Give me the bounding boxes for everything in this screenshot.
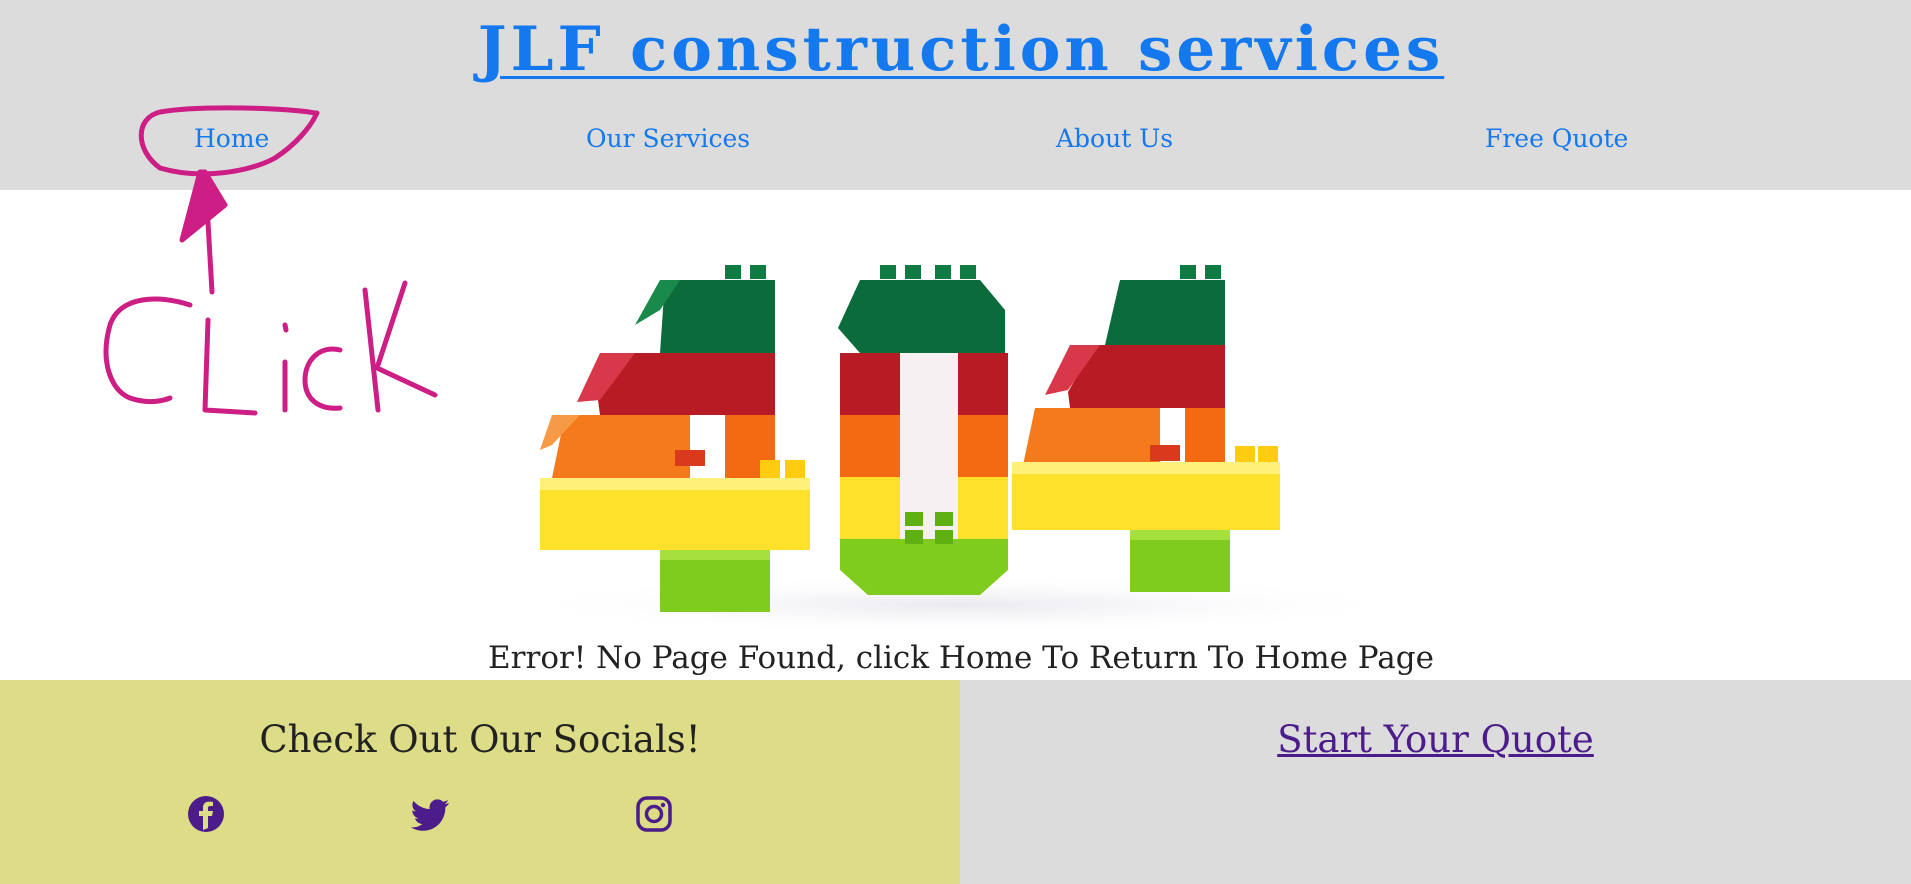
socials-section: Check Out Our Socials! [0,680,960,884]
digit-four-left [540,265,810,612]
digit-zero [838,265,1008,595]
error-message: Error! No Page Found, click Home To Retu… [488,640,1434,676]
nav-home-link[interactable]: Home [194,124,269,153]
nav-services-link[interactable]: Our Services [586,124,750,153]
site-header: JLF construction services Home Our Servi… [0,0,1911,190]
quote-section: Start Your Quote [960,680,1911,884]
nav-about-link[interactable]: About Us [1056,124,1173,153]
lego-404-image [500,265,1420,635]
instagram-icon[interactable] [634,794,674,834]
twitter-icon[interactable] [411,794,451,834]
start-quote-link[interactable]: Start Your Quote [960,718,1911,761]
facebook-icon[interactable] [186,794,226,834]
socials-heading: Check Out Our Socials! [259,718,701,761]
site-title-link[interactable]: JLF construction services [0,14,1911,85]
digit-four-right [1012,265,1280,592]
nav-free-quote-link[interactable]: Free Quote [1485,124,1628,153]
